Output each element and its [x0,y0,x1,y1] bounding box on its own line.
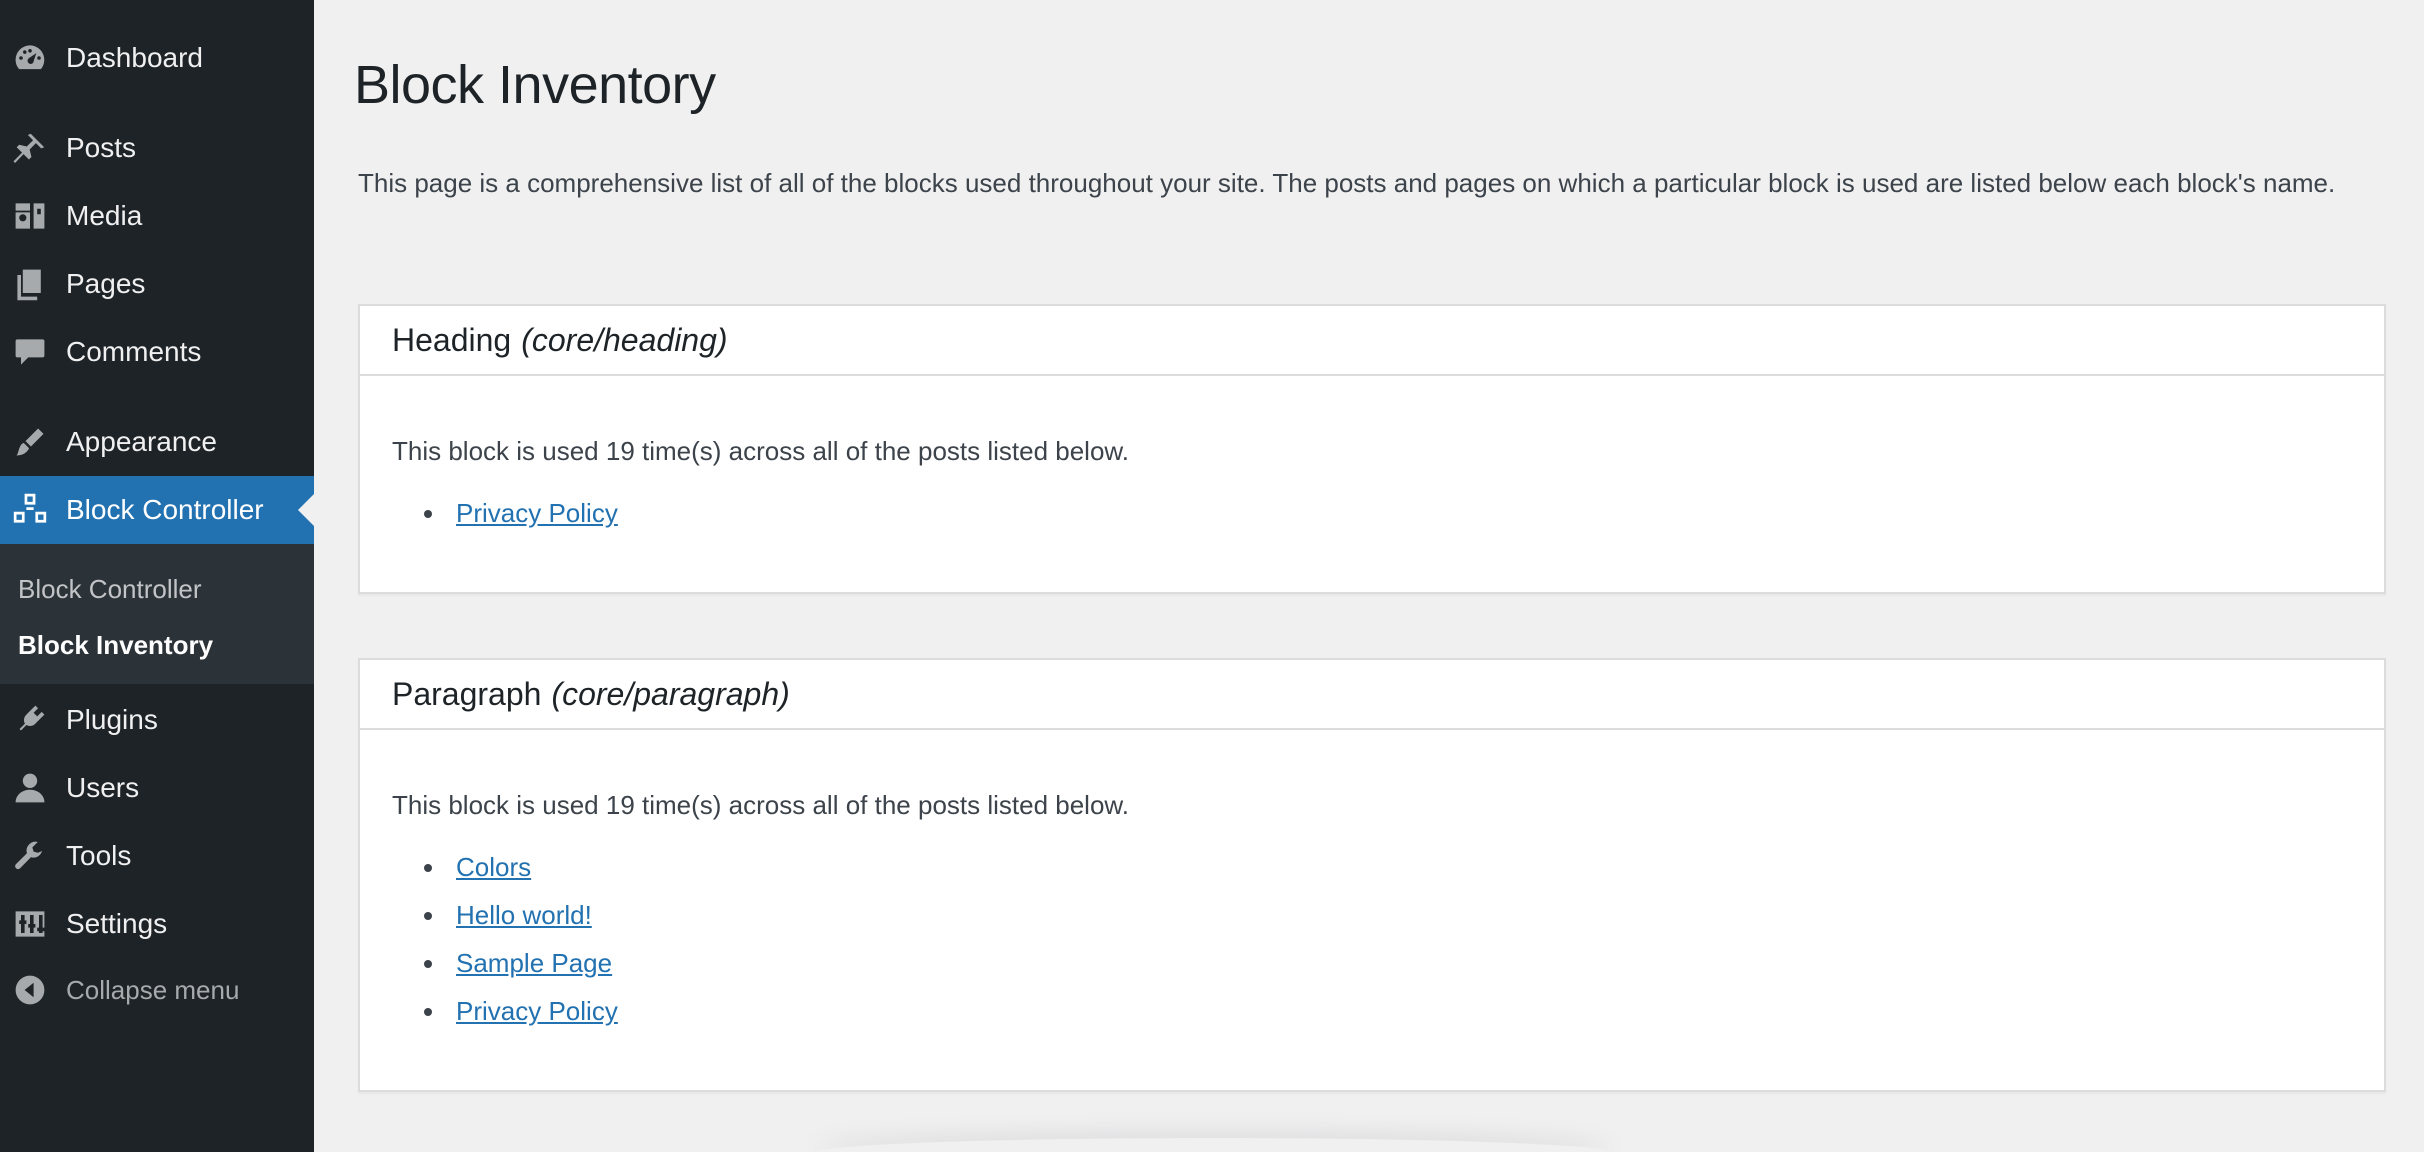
block-card-header: Heading (core/heading) [360,306,2384,376]
wrench-icon [12,838,48,874]
block-usage-text: This block is used 19 time(s) across all… [392,436,1129,466]
blocks-icon [12,492,48,528]
post-link[interactable]: Hello world! [456,900,592,930]
block-card-body: This block is used 19 time(s) across all… [360,730,2384,1028]
collapse-menu-button[interactable]: Collapse menu [0,956,314,1024]
dashboard-icon [12,40,48,76]
user-icon [12,770,48,806]
list-item: Sample Page [424,946,2352,980]
block-name: Heading [392,321,512,358]
list-item: Colors [424,850,2352,884]
sidebar-item-label: Pages [66,268,146,299]
sidebar-item-label: Settings [66,908,168,939]
submenu-item-block-controller[interactable]: Block Controller [18,574,202,605]
sidebar-item-label: Tools [66,840,132,871]
sidebar-item-users[interactable]: Users [0,754,314,822]
page-description: This page is a comprehensive list of all… [358,168,2336,198]
settings-icon [12,906,48,942]
page-title: Block Inventory [354,55,716,115]
post-link[interactable]: Privacy Policy [456,498,618,528]
post-link[interactable]: Privacy Policy [456,996,618,1026]
sidebar-submenu: Block Controller Block Inventory [0,544,314,684]
sidebar-item-posts[interactable]: Posts [0,114,314,182]
sidebar-item-label: Block Controller [66,494,264,525]
sidebar-item-appearance[interactable]: Appearance [0,408,314,476]
post-link[interactable]: Colors [456,852,531,882]
post-list: Colors Hello world! Sample Page Privacy … [392,850,2352,1028]
sidebar-item-dashboard[interactable]: Dashboard [0,24,314,92]
sidebar-item-tools[interactable]: Tools [0,822,314,890]
comment-icon [12,334,48,370]
sidebar-item-media[interactable]: Media [0,182,314,250]
pin-icon [12,130,48,166]
sidebar-item-label: Dashboard [66,42,203,73]
post-link[interactable]: Sample Page [456,948,612,978]
sidebar-item-label: Users [66,772,140,803]
sidebar-item-settings[interactable]: Settings [0,890,314,958]
block-card-header: Paragraph (core/paragraph) [360,660,2384,730]
block-card-body: This block is used 19 time(s) across all… [360,376,2384,530]
block-name: Paragraph [392,675,542,712]
admin-sidebar: Dashboard Posts Media Pages Comments App… [0,0,314,1152]
sidebar-item-label: Media [66,200,143,231]
sidebar-item-label: Posts [66,132,137,163]
sidebar-item-pages[interactable]: Pages [0,250,314,318]
block-slug: (core/heading) [521,321,728,358]
block-card-heading: Heading (core/heading) This block is use… [358,304,2386,594]
list-item: Hello world! [424,898,2352,932]
pages-icon [12,266,48,302]
sidebar-item-block-controller[interactable]: Block Controller [0,476,314,544]
block-usage-text: This block is used 19 time(s) across all… [392,790,1129,820]
sidebar-item-comments[interactable]: Comments [0,318,314,386]
main-content: Block Inventory This page is a comprehen… [314,0,2424,1152]
list-item: Privacy Policy [424,496,2352,530]
sidebar-item-label: Plugins [66,704,158,735]
list-item: Privacy Policy [424,994,2352,1028]
brush-icon [12,424,48,460]
block-slug: (core/paragraph) [551,675,790,712]
sidebar-item-label: Comments [66,336,202,367]
plugin-icon [12,702,48,738]
block-card-paragraph: Paragraph (core/paragraph) This block is… [358,658,2386,1092]
collapse-menu-label: Collapse menu [66,974,240,1005]
media-icon [12,198,48,234]
submenu-item-block-inventory[interactable]: Block Inventory [18,630,213,661]
sidebar-item-plugins[interactable]: Plugins [0,686,314,754]
sidebar-item-label: Appearance [66,426,218,457]
collapse-icon [12,972,48,1008]
post-list: Privacy Policy [392,496,2352,530]
bottom-shadow [814,1138,1614,1152]
